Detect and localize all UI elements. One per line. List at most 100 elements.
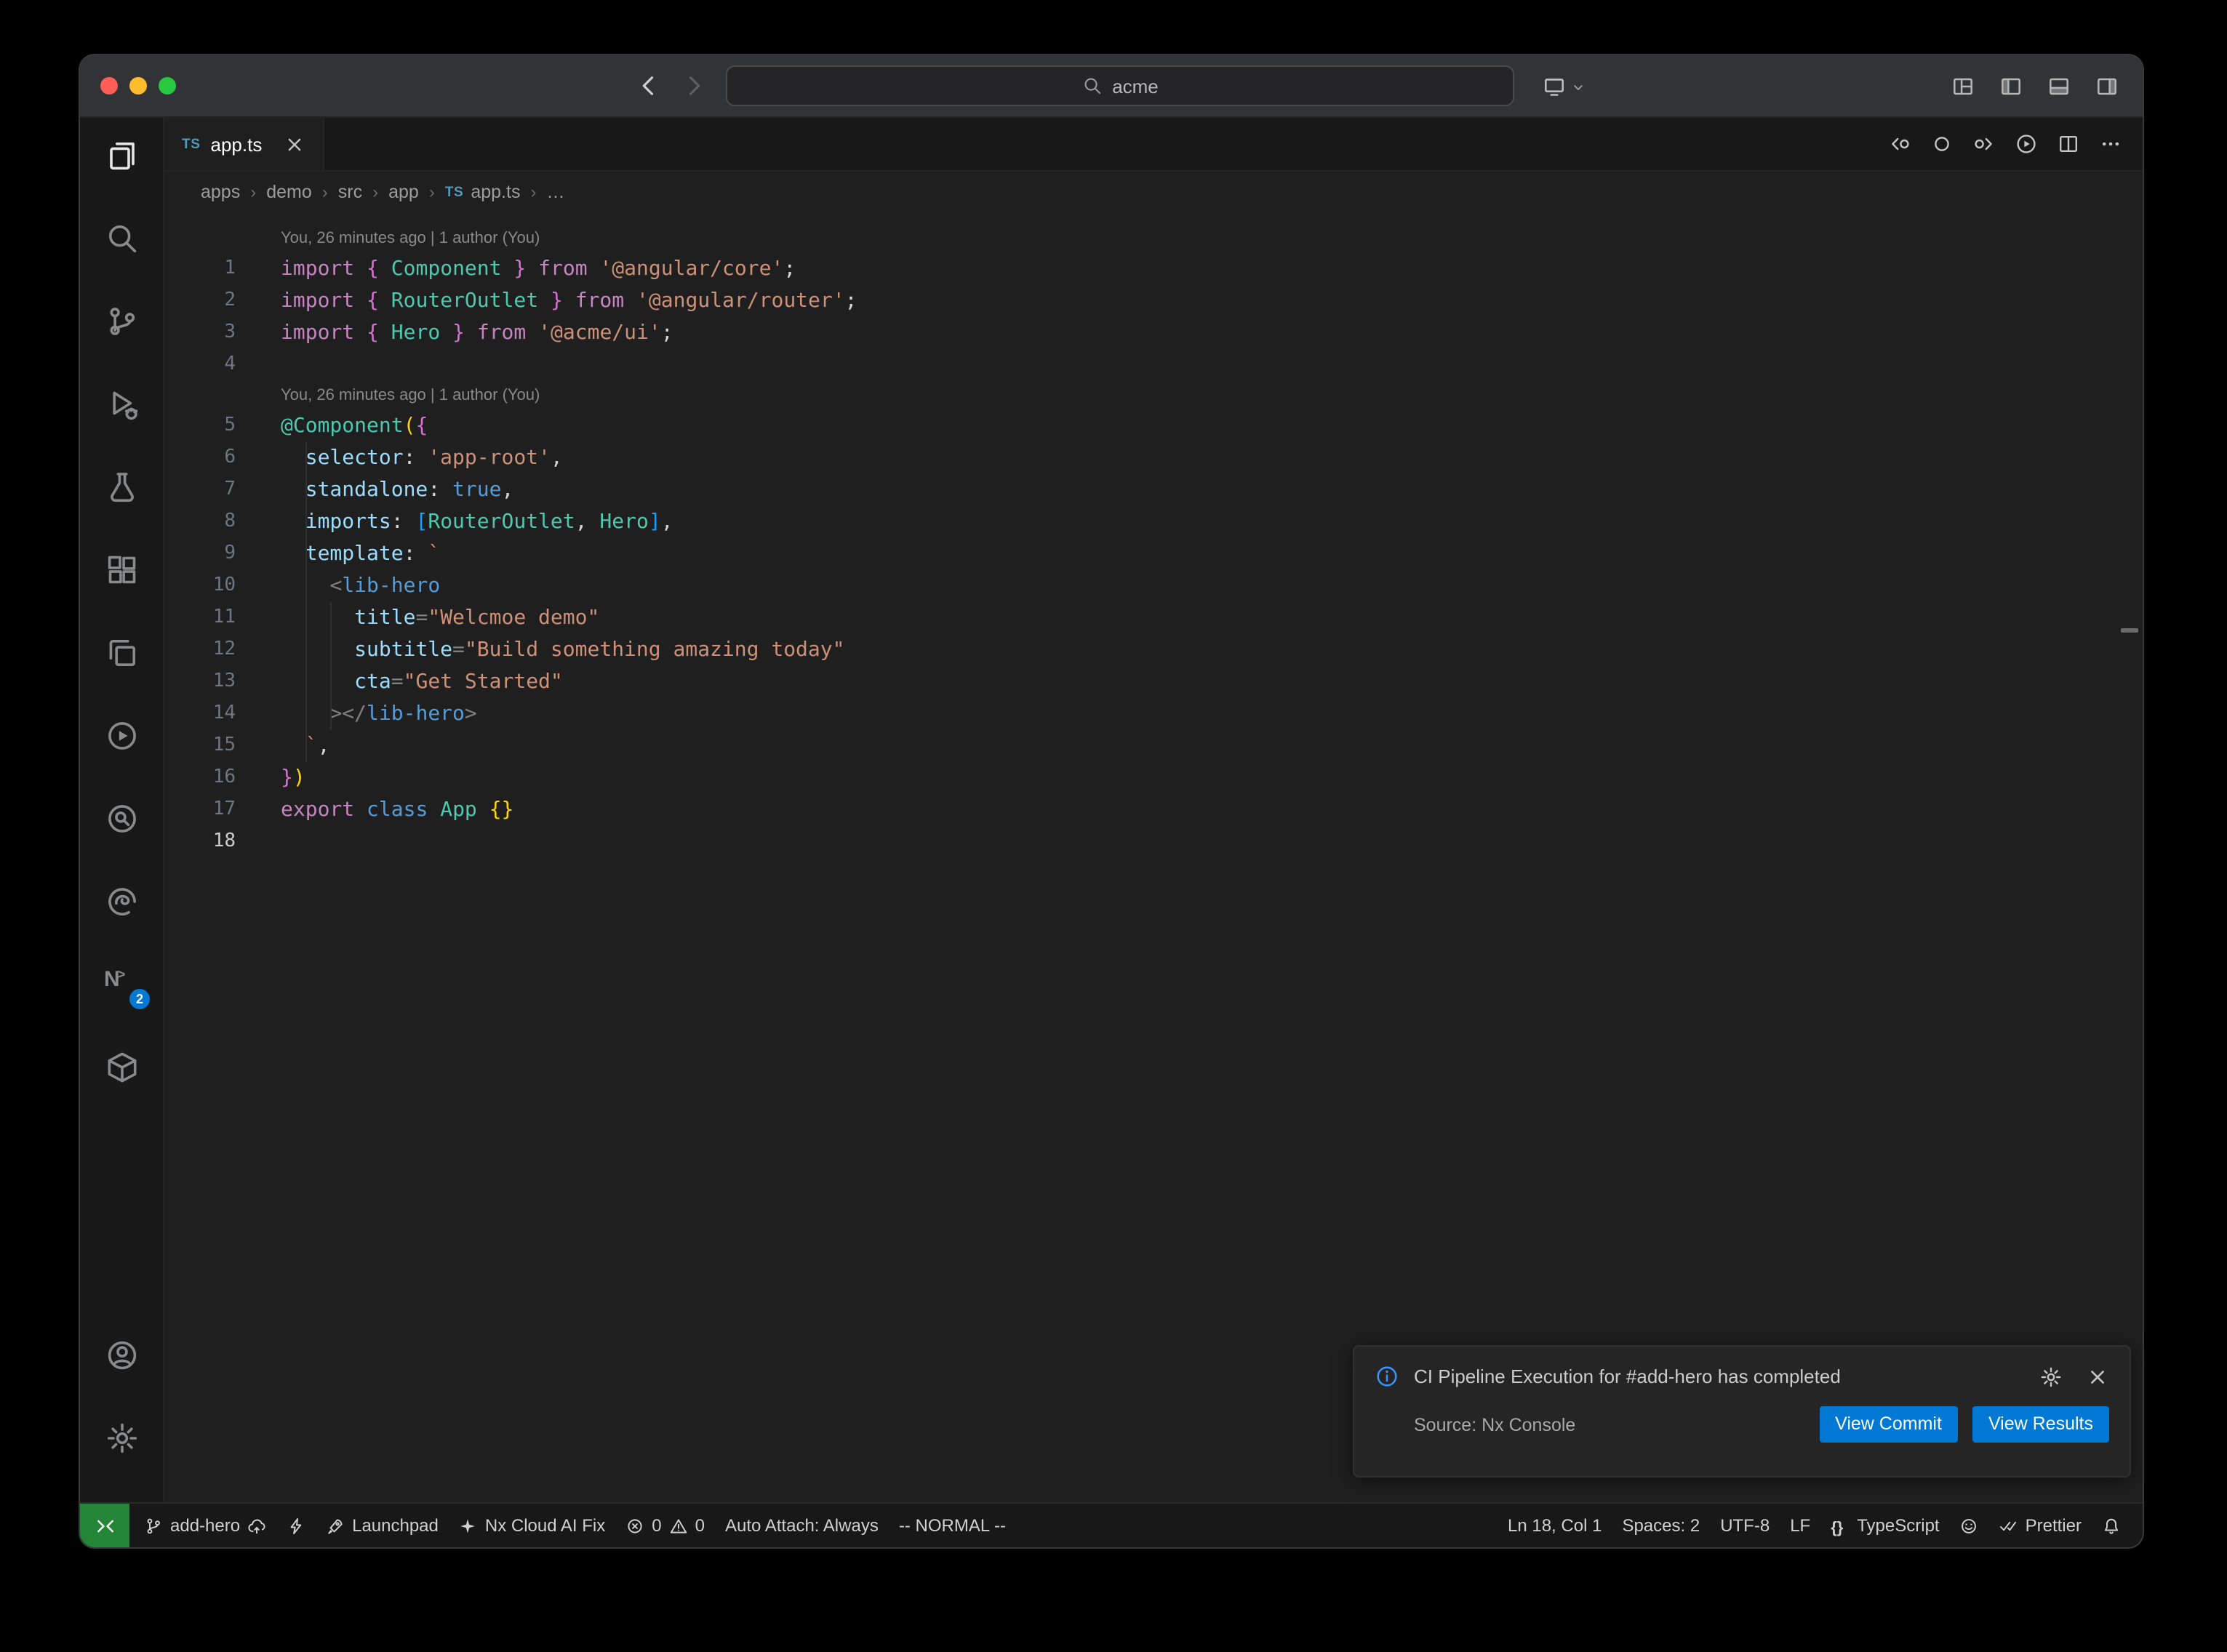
line-number[interactable]: 3 xyxy=(164,317,236,349)
minimize-window-button[interactable] xyxy=(129,77,147,95)
run-file-button[interactable] xyxy=(2015,132,2038,156)
code-line-5[interactable]: 5@Component({ xyxy=(164,410,2143,442)
activity-item-containers[interactable] xyxy=(80,1048,163,1086)
braces-icon: {} xyxy=(1831,1516,1850,1535)
activity-item-extensions[interactable] xyxy=(80,551,163,589)
code-line-18[interactable]: 18 xyxy=(164,826,2143,858)
activity-item-explorer[interactable] xyxy=(80,137,163,175)
line-number[interactable]: 1 xyxy=(164,253,236,285)
code-line-12[interactable]: 12 subtitle="Build something amazing tod… xyxy=(164,634,2143,666)
status-item-notifications[interactable] xyxy=(2092,1504,2131,1547)
code-line-15[interactable]: 15 `, xyxy=(164,730,2143,762)
code-line-6[interactable]: 6 selector: 'app-root', xyxy=(164,442,2143,474)
line-number[interactable]: 12 xyxy=(164,634,236,666)
line-number[interactable]: 16 xyxy=(164,762,236,794)
status-item-quick-action[interactable] xyxy=(276,1504,316,1547)
activity-item-run-and-debug[interactable] xyxy=(80,385,163,423)
code-line-16[interactable]: 16}) xyxy=(164,762,2143,794)
status-item-remote[interactable] xyxy=(80,1504,129,1547)
line-number[interactable]: 9 xyxy=(164,538,236,570)
code-line-1[interactable]: 1import { Component } from '@angular/cor… xyxy=(164,253,2143,285)
line-number[interactable]: 8 xyxy=(164,506,236,538)
status-item-branch[interactable]: add-hero xyxy=(134,1504,276,1547)
breadcrumb-item-app[interactable]: app xyxy=(388,182,419,202)
status-item-cursor-position[interactable]: Ln 18, Col 1 xyxy=(1498,1504,1612,1547)
code-line-13[interactable]: 13 cta="Get Started" xyxy=(164,666,2143,698)
status-item-feedback[interactable] xyxy=(1950,1504,1989,1547)
code-line-11[interactable]: 11 title="Welcmoe demo" xyxy=(164,602,2143,634)
command-center-search[interactable]: acme xyxy=(726,65,1514,106)
status-item-launchpad[interactable]: Launchpad xyxy=(316,1504,449,1547)
activity-item-accounts[interactable] xyxy=(80,1336,163,1374)
line-number[interactable]: 6 xyxy=(164,442,236,474)
tab-app-ts[interactable]: TS app.ts xyxy=(164,118,324,170)
activity-item-search[interactable] xyxy=(80,220,163,257)
breadcrumb-item--[interactable]: … xyxy=(546,182,564,202)
code-line-10[interactable]: 10 <lib-hero xyxy=(164,570,2143,602)
view-results-button[interactable]: View Results xyxy=(1972,1406,2109,1443)
notification-settings-icon[interactable] xyxy=(2039,1365,2063,1388)
notification-close-icon[interactable] xyxy=(2086,1365,2109,1388)
activity-item-run-panel[interactable] xyxy=(80,717,163,755)
more-actions-button[interactable] xyxy=(2099,132,2122,156)
line-number[interactable]: 15 xyxy=(164,730,236,762)
activity-item-testing[interactable] xyxy=(80,468,163,506)
activity-item-code-search[interactable] xyxy=(80,800,163,838)
line-number[interactable]: 7 xyxy=(164,474,236,506)
code-editor[interactable]: You, 26 minutes ago | 1 author (You)1imp… xyxy=(164,212,2143,1502)
breadcrumb-item-apps[interactable]: apps xyxy=(201,182,240,202)
line-number[interactable]: 2 xyxy=(164,285,236,317)
code-line-17[interactable]: 17export class App {} xyxy=(164,794,2143,826)
line-number[interactable]: 5 xyxy=(164,410,236,442)
line-number[interactable]: 11 xyxy=(164,602,236,634)
view-commit-button[interactable]: View Commit xyxy=(1819,1406,1958,1443)
split-editor-button[interactable] xyxy=(2057,132,2080,156)
code-line-9[interactable]: 9 template: ` xyxy=(164,538,2143,570)
code-line-14[interactable]: 14 ></lib-hero> xyxy=(164,698,2143,730)
beaker-icon xyxy=(104,470,139,505)
gitlens-annotations-button[interactable] xyxy=(1930,132,1954,156)
back-button[interactable] xyxy=(636,73,662,99)
status-item-problems[interactable]: 00 xyxy=(615,1504,715,1547)
code-line-7[interactable]: 7 standalone: true, xyxy=(164,474,2143,506)
codelens-annotation[interactable]: You, 26 minutes ago | 1 author (You) xyxy=(164,381,2143,410)
open-previous-change-button[interactable] xyxy=(1888,132,1911,156)
status-item-nx-cloud-fix[interactable]: Nx Cloud AI Fix xyxy=(449,1504,615,1547)
close-tab-icon[interactable] xyxy=(284,133,305,155)
status-item-encoding[interactable]: UTF-8 xyxy=(1710,1504,1780,1547)
remote-display-dropdown[interactable] xyxy=(1542,73,1587,98)
toggle-panel-button[interactable] xyxy=(2047,73,2071,98)
breadcrumb-item-app-ts[interactable]: TSapp.ts xyxy=(445,182,521,202)
breadcrumb-item-demo[interactable]: demo xyxy=(266,182,312,202)
line-number[interactable]: 17 xyxy=(164,794,236,826)
code-line-8[interactable]: 8 imports: [RouterOutlet, Hero], xyxy=(164,506,2143,538)
code-line-2[interactable]: 2import { RouterOutlet } from '@angular/… xyxy=(164,285,2143,317)
activity-item-source-control[interactable] xyxy=(80,302,163,340)
activity-item-references[interactable] xyxy=(80,634,163,672)
line-number[interactable]: 4 xyxy=(164,349,236,381)
activity-item-edge-tools[interactable] xyxy=(80,883,163,921)
line-number[interactable]: 13 xyxy=(164,666,236,698)
activity-item-settings[interactable] xyxy=(80,1419,163,1457)
close-window-button[interactable] xyxy=(100,77,118,95)
toggle-primary-sidebar-button[interactable] xyxy=(1999,73,2023,98)
status-item-language[interactable]: {}TypeScript xyxy=(1820,1504,1949,1547)
open-next-change-button[interactable] xyxy=(1972,132,1996,156)
status-item-eol[interactable]: LF xyxy=(1780,1504,1820,1547)
code-line-3[interactable]: 3import { Hero } from '@acme/ui'; xyxy=(164,317,2143,349)
status-item-auto-attach[interactable]: Auto Attach: Always xyxy=(715,1504,889,1547)
forward-button[interactable] xyxy=(681,73,707,99)
toggle-secondary-sidebar-button[interactable] xyxy=(2095,73,2119,98)
customize-layout-button[interactable] xyxy=(1951,73,1975,98)
line-number[interactable]: 10 xyxy=(164,570,236,602)
line-number[interactable]: 18 xyxy=(164,826,236,858)
activity-item-nx-console[interactable]: N>2 xyxy=(80,966,163,1003)
codelens-annotation[interactable]: You, 26 minutes ago | 1 author (You) xyxy=(164,224,2143,253)
status-item-vim-mode[interactable]: -- NORMAL -- xyxy=(889,1504,1016,1547)
status-item-indentation[interactable]: Spaces: 2 xyxy=(1612,1504,1710,1547)
status-item-prettier[interactable]: Prettier xyxy=(1989,1504,2092,1547)
line-number[interactable]: 14 xyxy=(164,698,236,730)
breadcrumb-item-src[interactable]: src xyxy=(338,182,362,202)
zoom-window-button[interactable] xyxy=(159,77,176,95)
code-line-4[interactable]: 4 xyxy=(164,349,2143,381)
